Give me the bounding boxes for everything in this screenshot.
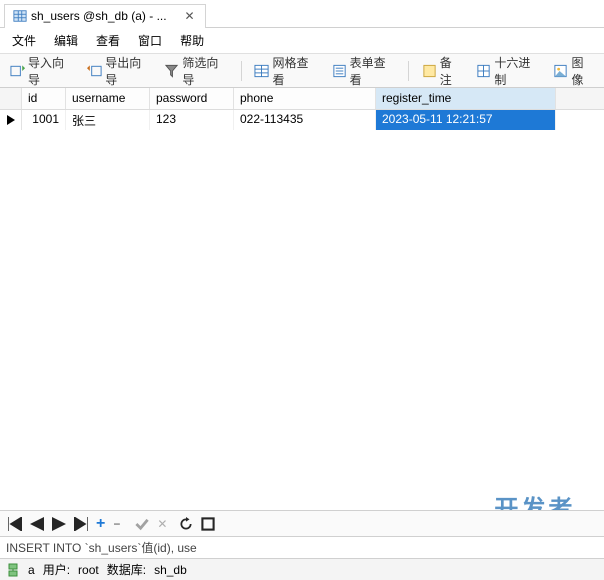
menu-view[interactable]: 查看 [96,32,120,49]
first-record-button[interactable] [8,517,22,531]
menu-edit[interactable]: 编辑 [54,32,78,49]
statusbar: a 用户: root 数据库: sh_db [0,558,604,580]
close-tab-icon[interactable]: ✕ [183,9,197,23]
menubar: 文件 编辑 查看 窗口 帮助 [0,28,604,54]
current-row-icon [7,115,15,125]
menu-file[interactable]: 文件 [12,32,36,49]
refresh-button[interactable] [179,517,193,531]
cell-username[interactable]: 张三 [66,110,150,130]
status-db-label: 数据库: [107,561,146,578]
row-indicator [0,110,22,130]
menu-window[interactable]: 窗口 [138,32,162,49]
grid-view-button[interactable]: 网格查看 [250,52,321,90]
delete-record-button[interactable]: − [113,517,127,531]
next-record-button[interactable] [52,517,66,531]
grid-body[interactable]: 1001 张三 123 022-113435 2023-05-11 12:21:… [0,110,604,450]
filter-wizard-button[interactable]: 筛选向导 [160,52,231,90]
row-header-gutter [0,88,22,109]
memo-button[interactable]: 备注 [418,52,467,90]
window-tab[interactable]: sh_users @sh_db (a) - ... ✕ [4,4,206,28]
col-header-phone[interactable]: phone [234,88,376,109]
cell-password[interactable]: 123 [150,110,234,130]
grid-icon [254,63,269,79]
titlebar: sh_users @sh_db (a) - ... ✕ [0,0,604,28]
status-conn: a [28,563,35,577]
sql-preview: INSERT INTO `sh_users`值(id), use [0,536,604,558]
import-wizard-button[interactable]: 导入向导 [6,52,77,90]
toolbar: 导入向导 导出向导 筛选向导 网格查看 表单查看 备注 十六进制 图像 [0,54,604,88]
prev-record-button[interactable] [30,517,44,531]
grid-header: id username password phone register_time [0,88,604,110]
toolbar-separator [241,61,242,81]
import-icon [10,63,25,79]
filter-icon [164,63,179,79]
connection-icon [6,563,20,577]
table-icon [13,9,27,23]
status-user: root [78,563,99,577]
status-db: sh_db [154,563,187,577]
cell-phone[interactable]: 022-113435 [234,110,376,130]
menu-help[interactable]: 帮助 [180,32,204,49]
cell-register-time[interactable]: 2023-05-11 12:21:57 [376,110,556,130]
hex-button[interactable]: 十六进制 [472,52,543,90]
col-header-register-time[interactable]: register_time [376,88,556,109]
image-button[interactable]: 图像 [549,52,598,90]
sql-text: INSERT INTO `sh_users`值(id), use [6,539,197,556]
cell-id[interactable]: 1001 [22,110,66,130]
cancel-edit-button[interactable]: ✕ [157,517,171,531]
last-record-button[interactable] [74,517,88,531]
apply-edit-button[interactable] [135,517,149,531]
image-icon [553,63,568,79]
col-header-username[interactable]: username [66,88,150,109]
form-icon [332,63,347,79]
status-user-label: 用户: [43,561,70,578]
memo-icon [422,63,437,79]
col-header-password[interactable]: password [150,88,234,109]
hex-icon [476,63,491,79]
form-view-button[interactable]: 表单查看 [328,52,399,90]
export-icon [87,63,102,79]
toolbar-separator [408,61,409,81]
table-row[interactable]: 1001 张三 123 022-113435 2023-05-11 12:21:… [0,110,604,130]
tab-title: sh_users @sh_db (a) - ... [31,9,167,23]
stop-button[interactable] [201,517,215,531]
record-nav: + − ✕ [0,510,604,536]
export-wizard-button[interactable]: 导出向导 [83,52,154,90]
col-header-id[interactable]: id [22,88,66,109]
add-record-button[interactable]: + [96,515,105,533]
